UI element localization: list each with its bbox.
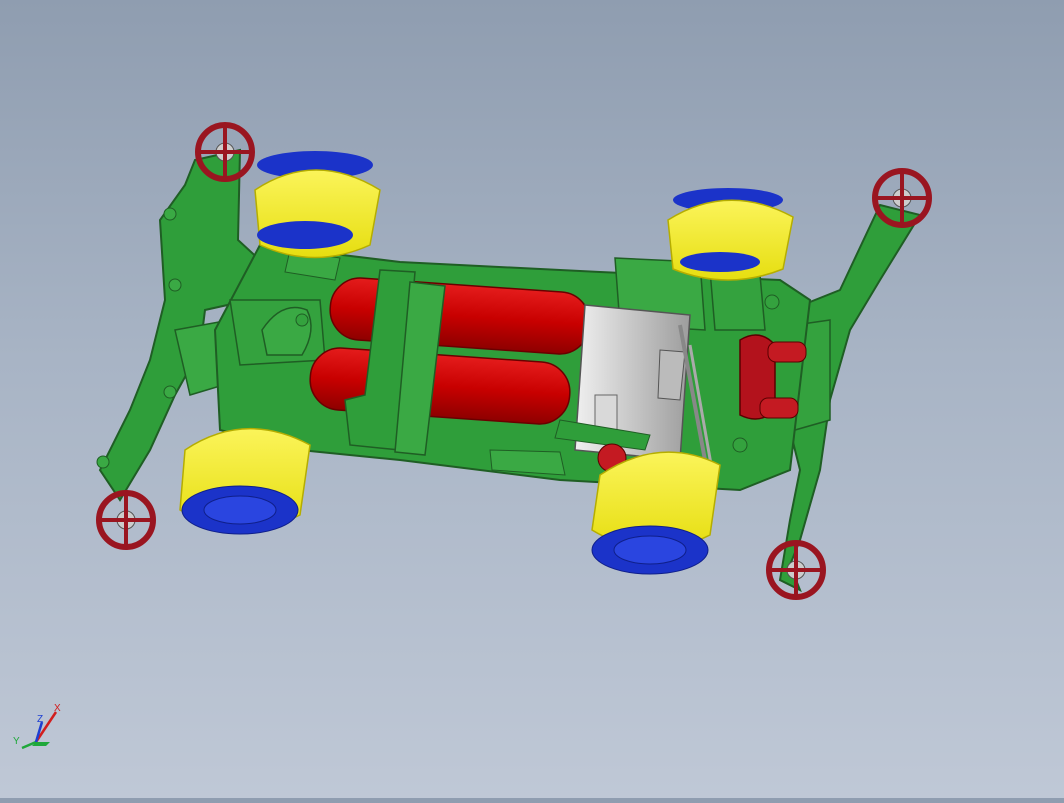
x-axis-label: X bbox=[54, 703, 61, 714]
roller-front-bottom[interactable] bbox=[96, 490, 156, 550]
roller-rear-top[interactable] bbox=[872, 168, 932, 228]
axis-triad: X Y Z bbox=[10, 700, 70, 756]
roller-rear-bottom[interactable] bbox=[766, 540, 826, 600]
z-axis-label: Z bbox=[37, 714, 43, 725]
front-left-wheel[interactable] bbox=[254, 151, 381, 259]
cad-3d-viewport[interactable]: X Y Z bbox=[0, 0, 1064, 798]
rear-right-wheel[interactable] bbox=[591, 451, 721, 575]
rear-left-wheel[interactable] bbox=[667, 188, 794, 281]
roller-front-top[interactable] bbox=[195, 122, 255, 182]
mini4wd-chassis-model[interactable] bbox=[0, 0, 1064, 798]
front-right-wheel[interactable] bbox=[179, 428, 311, 535]
y-axis-label: Y bbox=[13, 736, 20, 747]
